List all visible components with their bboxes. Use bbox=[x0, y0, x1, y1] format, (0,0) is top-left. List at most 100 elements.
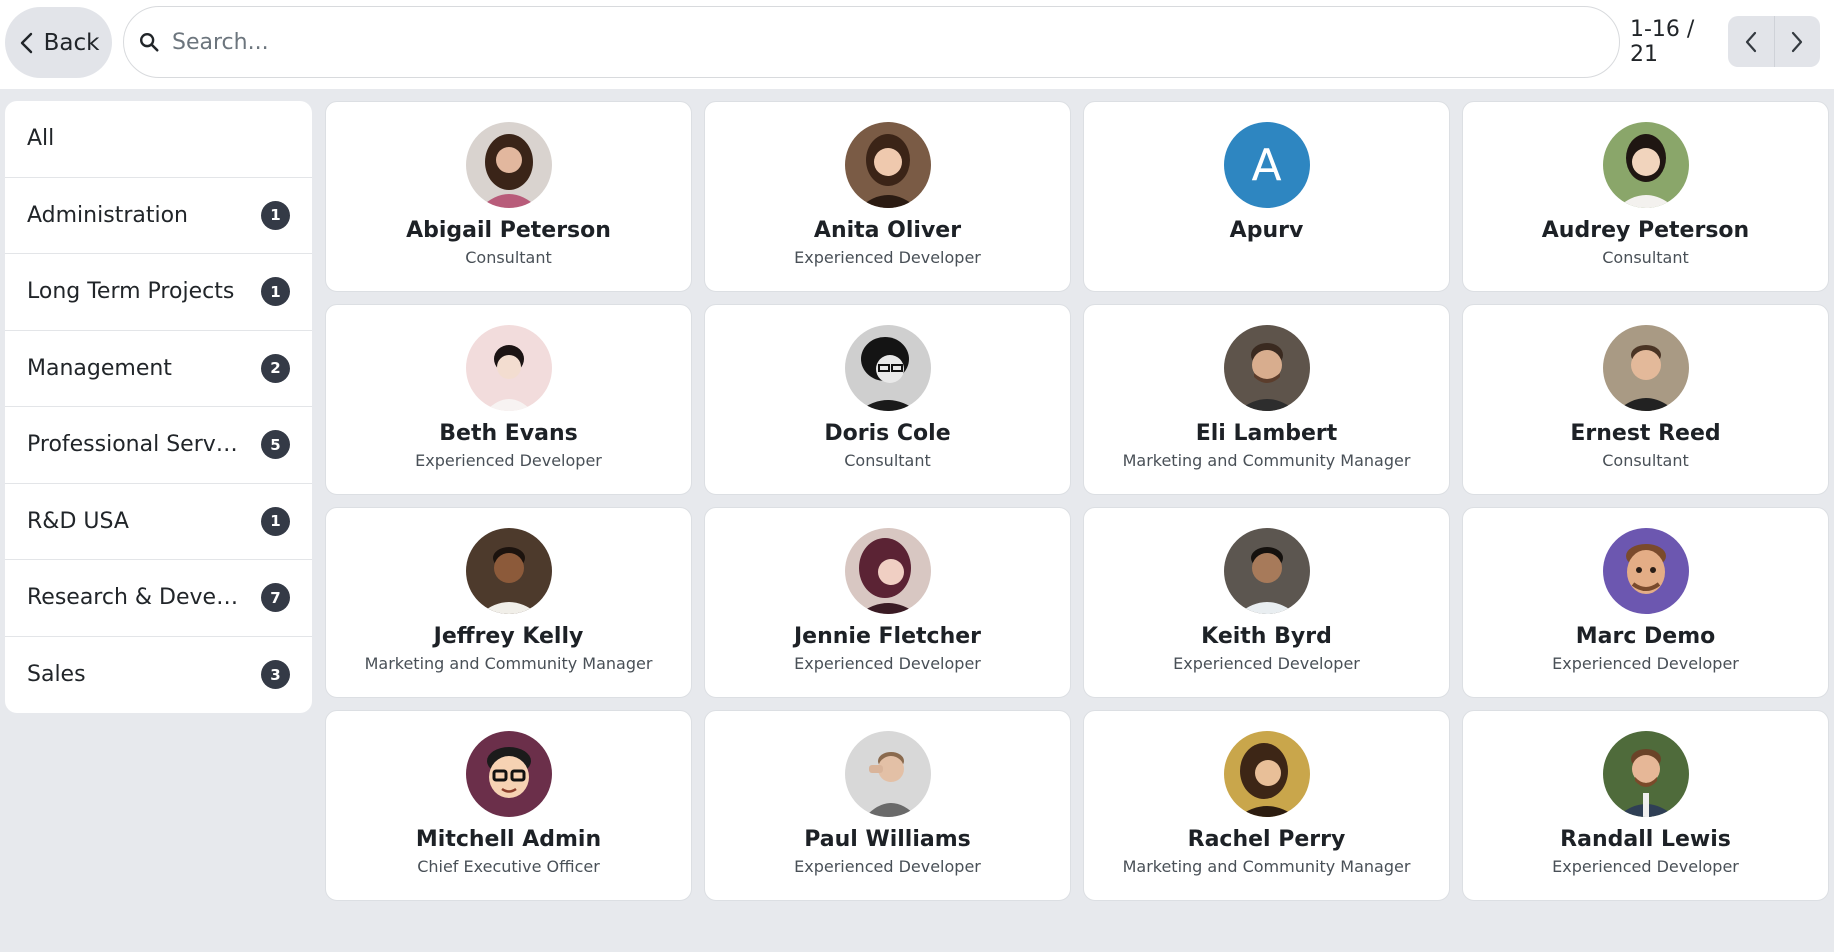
back-button-label: Back bbox=[43, 29, 100, 56]
employee-card[interactable]: Marc Demo Experienced Developer bbox=[1462, 507, 1829, 698]
avatar bbox=[1223, 731, 1310, 817]
employee-card[interactable]: Jeffrey Kelly Marketing and Community Ma… bbox=[325, 507, 692, 698]
employee-card[interactable]: Abigail Peterson Consultant bbox=[325, 101, 692, 292]
avatar bbox=[465, 731, 552, 817]
employee-job-title: Consultant bbox=[1602, 248, 1689, 267]
pager-previous-button[interactable] bbox=[1728, 16, 1774, 67]
department-sidebar: All Administration 1 Long Term Projects … bbox=[5, 101, 312, 713]
employee-name: Jeffrey Kelly bbox=[433, 624, 584, 649]
back-button[interactable]: Back bbox=[5, 7, 112, 78]
employee-kanban: Abigail Peterson Consultant Anita Oliver… bbox=[325, 101, 1829, 901]
employee-name: Marc Demo bbox=[1575, 624, 1716, 649]
avatar: A bbox=[1223, 122, 1310, 208]
employee-card[interactable]: Rachel Perry Marketing and Community Man… bbox=[1083, 710, 1450, 901]
sidebar-item-research-development[interactable]: Research & Develo… 7 bbox=[5, 560, 312, 637]
pager-buttons bbox=[1728, 16, 1820, 67]
employee-name: Anita Oliver bbox=[813, 218, 962, 243]
employee-job-title: Marketing and Community Manager bbox=[1122, 451, 1411, 470]
employee-card[interactable]: Eli Lambert Marketing and Community Mana… bbox=[1083, 304, 1450, 495]
employee-job-title: Consultant bbox=[1602, 451, 1689, 470]
employee-card[interactable]: Ernest Reed Consultant bbox=[1462, 304, 1829, 495]
sidebar-item-label: Management bbox=[27, 355, 172, 381]
employee-name: Abigail Peterson bbox=[406, 218, 611, 243]
sidebar-item-label: R&D USA bbox=[27, 508, 129, 534]
employee-name: Beth Evans bbox=[439, 421, 578, 446]
employee-name: Audrey Peterson bbox=[1541, 218, 1750, 243]
control-panel: Back 1-16 / 21 bbox=[0, 0, 1834, 89]
employee-card[interactable]: Anita Oliver Experienced Developer bbox=[704, 101, 1071, 292]
employee-job-title: Experienced Developer bbox=[794, 248, 981, 267]
employee-job-title: Experienced Developer bbox=[415, 451, 602, 470]
employee-card[interactable]: Paul Williams Experienced Developer bbox=[704, 710, 1071, 901]
pager-value[interactable]: 1-16 / 21 bbox=[1630, 17, 1720, 67]
employee-job-title: Chief Executive Officer bbox=[417, 857, 600, 876]
employee-card[interactable]: Audrey Peterson Consultant bbox=[1462, 101, 1829, 292]
sidebar-item-long-term-projects[interactable]: Long Term Projects 1 bbox=[5, 254, 312, 331]
avatar bbox=[1223, 528, 1310, 614]
count-badge: 1 bbox=[261, 277, 290, 307]
sidebar-item-label: Administration bbox=[27, 202, 188, 228]
sidebar-item-professional-services[interactable]: Professional Services 5 bbox=[5, 407, 312, 484]
employee-name: Keith Byrd bbox=[1201, 624, 1332, 649]
avatar bbox=[1602, 528, 1689, 614]
employee-job-title: Marketing and Community Manager bbox=[364, 654, 653, 673]
employee-name: Mitchell Admin bbox=[415, 827, 602, 852]
sidebar-item-management[interactable]: Management 2 bbox=[5, 331, 312, 407]
employee-job-title: Consultant bbox=[844, 451, 931, 470]
employee-name: Jennie Fletcher bbox=[793, 624, 982, 649]
employee-job-title: Experienced Developer bbox=[794, 654, 981, 673]
sidebar-item-label: Sales bbox=[27, 662, 86, 688]
chevron-right-icon bbox=[1792, 31, 1803, 52]
avatar bbox=[1223, 325, 1310, 411]
sidebar-item-label: Professional Services bbox=[27, 432, 242, 458]
avatar bbox=[465, 122, 552, 208]
sidebar-item-all[interactable]: All bbox=[5, 101, 312, 178]
employee-job-title: Experienced Developer bbox=[1552, 654, 1739, 673]
avatar bbox=[844, 731, 931, 817]
count-badge: 1 bbox=[261, 200, 290, 230]
avatar bbox=[465, 325, 552, 411]
count-badge: 1 bbox=[261, 506, 290, 536]
chevron-left-icon bbox=[20, 32, 32, 53]
sidebar-item-label: Research & Develo… bbox=[27, 585, 242, 611]
sidebar-item-label: Long Term Projects bbox=[27, 279, 235, 305]
avatar bbox=[1602, 325, 1689, 411]
employee-card[interactable]: Beth Evans Experienced Developer bbox=[325, 304, 692, 495]
chevron-left-icon bbox=[1745, 31, 1756, 52]
employee-name: Rachel Perry bbox=[1187, 827, 1346, 852]
count-badge: 2 bbox=[261, 353, 290, 383]
employee-name: Paul Williams bbox=[804, 827, 971, 852]
employee-card[interactable]: Jennie Fletcher Experienced Developer bbox=[704, 507, 1071, 698]
avatar bbox=[844, 325, 931, 411]
employee-job-title: Experienced Developer bbox=[794, 857, 981, 876]
avatar bbox=[844, 528, 931, 614]
count-badge: 7 bbox=[261, 583, 290, 613]
pager-next-button[interactable] bbox=[1773, 16, 1821, 67]
employee-name: Apurv bbox=[1229, 218, 1304, 243]
employee-name: Eli Lambert bbox=[1195, 421, 1338, 446]
avatar bbox=[844, 122, 931, 208]
employee-job-title: Experienced Developer bbox=[1552, 857, 1739, 876]
sidebar-item-sales[interactable]: Sales 3 bbox=[5, 637, 312, 714]
employee-name: Doris Cole bbox=[824, 421, 951, 446]
employee-card[interactable]: Randall Lewis Experienced Developer bbox=[1462, 710, 1829, 901]
employee-job-title: Marketing and Community Manager bbox=[1122, 857, 1411, 876]
search-input[interactable] bbox=[172, 22, 1572, 62]
search-icon bbox=[136, 29, 162, 55]
employee-card[interactable]: Mitchell Admin Chief Executive Officer bbox=[325, 710, 692, 901]
search-bar bbox=[123, 6, 1620, 78]
sidebar-item-rd-usa[interactable]: R&D USA 1 bbox=[5, 484, 312, 560]
employee-job-title: Consultant bbox=[465, 248, 552, 267]
employee-name: Ernest Reed bbox=[1570, 421, 1721, 446]
avatar bbox=[1602, 122, 1689, 208]
employee-name: Randall Lewis bbox=[1560, 827, 1731, 852]
sidebar-item-administration[interactable]: Administration 1 bbox=[5, 178, 312, 254]
count-badge: 5 bbox=[261, 430, 290, 460]
count-badge: 3 bbox=[261, 660, 290, 690]
avatar bbox=[1602, 731, 1689, 817]
avatar bbox=[465, 528, 552, 614]
employee-card[interactable]: Keith Byrd Experienced Developer bbox=[1083, 507, 1450, 698]
sidebar-item-label: All bbox=[27, 126, 55, 152]
employee-card[interactable]: Doris Cole Consultant bbox=[704, 304, 1071, 495]
employee-card[interactable]: A Apurv bbox=[1083, 101, 1450, 292]
